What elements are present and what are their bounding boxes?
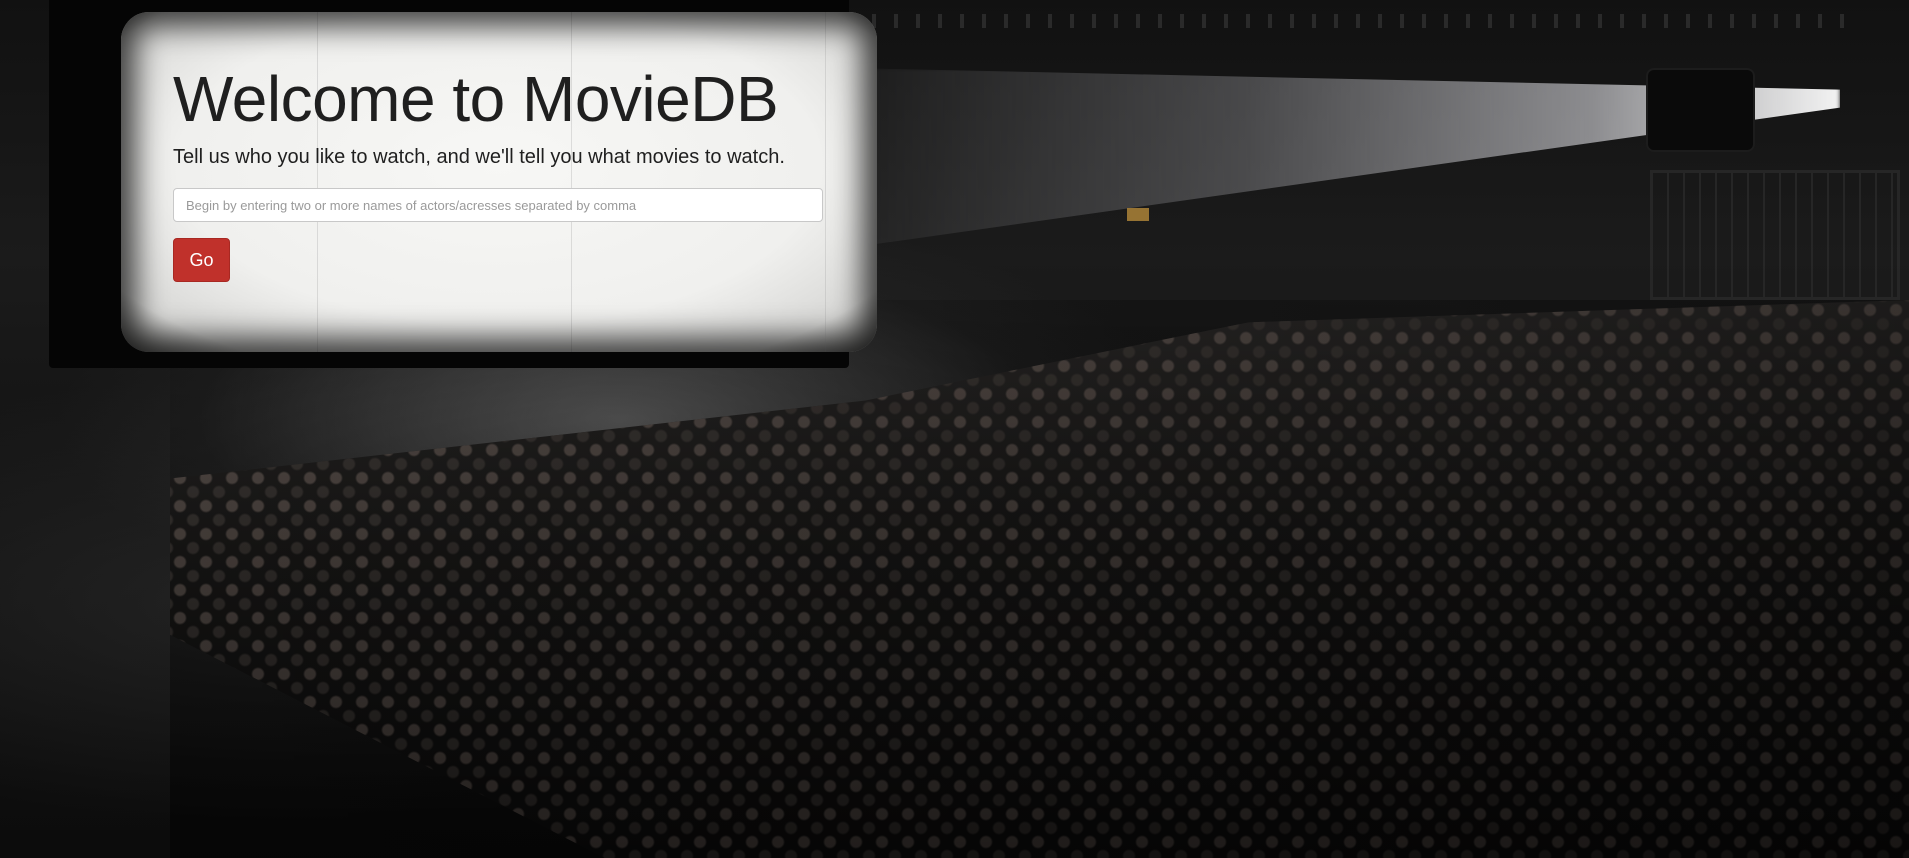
lighting-truss: [850, 14, 1850, 28]
audience-crowd: [170, 300, 1909, 858]
go-button[interactable]: Go: [173, 238, 230, 282]
hero-panel: Welcome to MovieDB Tell us who you like …: [49, 0, 877, 368]
exit-sign: [1127, 208, 1149, 221]
actors-search-input[interactable]: [173, 188, 823, 222]
page-title: Welcome to MovieDB: [173, 63, 779, 135]
projector: [1648, 70, 1753, 150]
page-background: Welcome to MovieDB Tell us who you like …: [0, 0, 1909, 858]
scaffold-rig: [1650, 170, 1900, 300]
page-subtitle: Tell us who you like to watch, and we'll…: [173, 146, 785, 168]
